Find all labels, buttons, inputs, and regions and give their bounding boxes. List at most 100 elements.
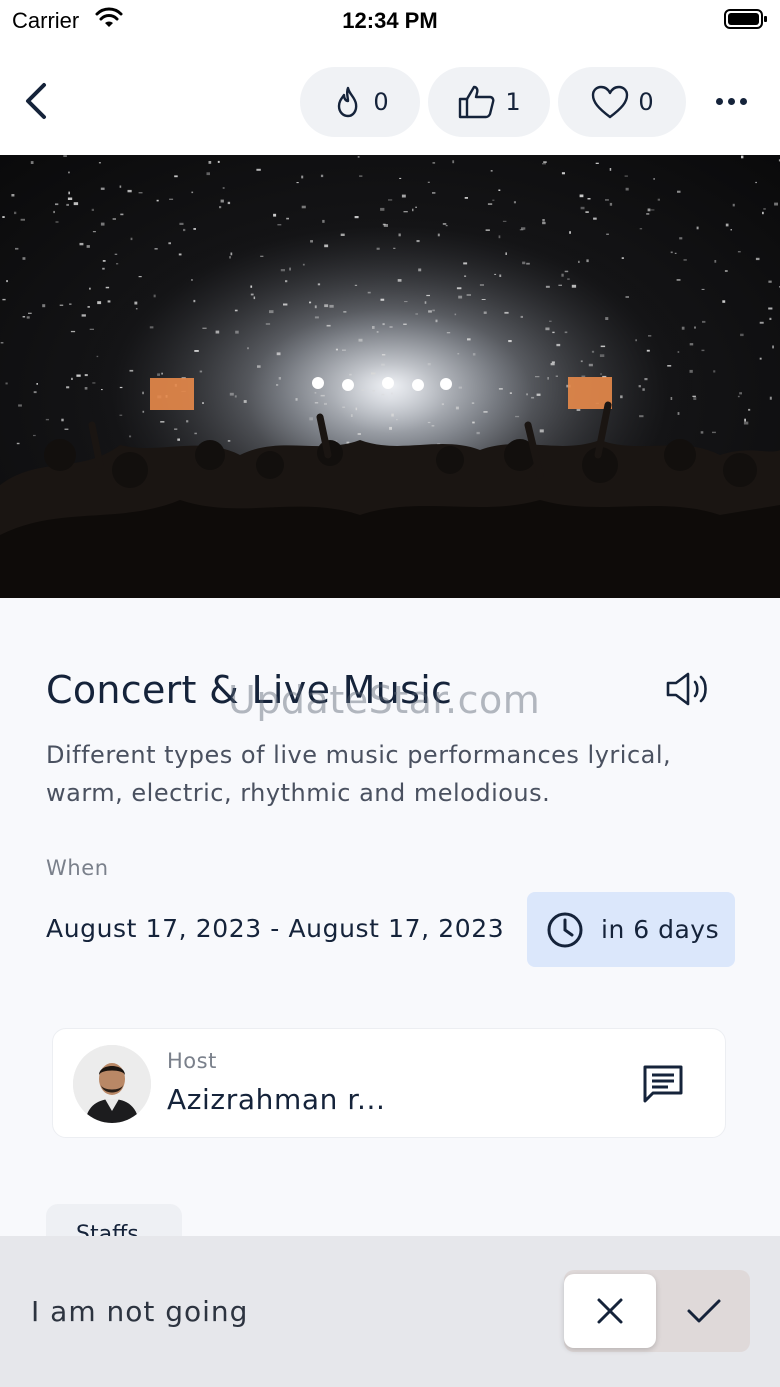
not-going-button[interactable]	[564, 1274, 656, 1348]
confetti-speck	[220, 199, 224, 203]
confetti-speck	[427, 363, 431, 366]
confetti-speck	[101, 389, 103, 391]
confetti-speck	[134, 301, 138, 305]
confetti-speck	[587, 198, 591, 200]
confetti-speck	[588, 363, 593, 367]
confetti-speck	[179, 222, 184, 225]
confetti-speck	[2, 216, 5, 218]
confetti-speck	[515, 415, 520, 418]
host-avatar-photo	[73, 1045, 151, 1123]
confetti-speck	[89, 287, 91, 290]
confetti-speck	[479, 284, 484, 286]
event-hero-image	[0, 155, 780, 598]
confetti-speck	[446, 332, 451, 334]
confetti-speck	[600, 373, 602, 375]
confetti-speck	[476, 431, 480, 435]
confetti-speck	[593, 217, 597, 220]
confetti-speck	[160, 421, 165, 423]
more-dot	[715, 97, 723, 105]
confetti-speck	[545, 285, 550, 288]
confetti-speck	[677, 190, 681, 193]
confetti-speck	[485, 229, 490, 231]
back-button[interactable]	[18, 78, 54, 124]
confetti-speck	[581, 375, 586, 377]
confetti-speck	[329, 304, 334, 308]
confetti-speck	[5, 382, 8, 385]
confetti-speck	[202, 402, 204, 404]
confetti-speck	[547, 377, 549, 380]
confetti-speck	[768, 280, 772, 283]
confetti-speck	[466, 294, 471, 296]
confetti-speck	[382, 323, 385, 326]
confetti-speck	[674, 252, 677, 254]
confetti-speck	[701, 288, 705, 290]
fire-reaction-button[interactable]: 0	[300, 67, 420, 137]
speaker-button[interactable]	[664, 670, 714, 708]
confetti-speck	[234, 309, 238, 312]
confetti-speck	[119, 386, 123, 389]
confetti-speck	[441, 403, 444, 406]
confetti-speck	[403, 211, 408, 213]
rsvp-status-text: I am not going	[31, 1295, 249, 1328]
confetti-speck	[426, 294, 430, 297]
event-description: Different types of live music performanc…	[46, 741, 672, 807]
confetti-speck	[415, 313, 418, 315]
confetti-speck	[647, 208, 651, 212]
heart-reaction-button[interactable]: 0	[558, 67, 686, 137]
confetti-speck	[389, 426, 392, 430]
confetti-speck	[92, 382, 96, 384]
confetti-speck	[561, 273, 564, 277]
host-card[interactable]: Host Azizrahman r...	[52, 1028, 726, 1138]
confetti-speck	[526, 393, 528, 396]
like-reaction-button[interactable]: 1	[428, 67, 550, 137]
rsvp-bar: I am not going	[0, 1236, 780, 1387]
confetti-speck	[494, 273, 497, 275]
confetti-speck	[161, 372, 163, 375]
confetti-speck	[6, 280, 8, 283]
confetti-speck	[399, 177, 402, 179]
confetti-speck	[177, 438, 180, 441]
going-button[interactable]	[658, 1274, 750, 1348]
confetti-speck	[71, 377, 73, 380]
confetti-speck	[324, 244, 329, 248]
confetti-speck	[714, 260, 717, 263]
confetti-speck	[650, 209, 655, 211]
confetti-speck	[135, 308, 138, 310]
fire-count: 0	[373, 88, 389, 116]
confetti-speck	[701, 349, 705, 352]
confetti-speck	[322, 219, 325, 223]
confetti-speck	[55, 221, 59, 223]
confetti-speck	[599, 354, 605, 357]
confetti-speck	[642, 388, 645, 391]
confetti-speck	[432, 162, 436, 164]
more-button[interactable]	[706, 86, 756, 116]
confetti-speck	[442, 223, 447, 225]
confetti-speck	[755, 181, 757, 184]
confetti-speck	[354, 284, 358, 286]
confetti-speck	[483, 411, 488, 413]
confetti-speck	[18, 404, 22, 407]
message-host-button[interactable]	[641, 1063, 685, 1105]
confetti-speck	[98, 162, 101, 164]
confetti-speck	[768, 307, 773, 310]
confetti-speck	[586, 259, 589, 263]
confetti-speck	[102, 267, 105, 270]
confetti-speck	[456, 287, 462, 290]
confetti-speck	[317, 283, 321, 286]
confetti-speck	[84, 374, 88, 377]
confetti-speck	[79, 242, 84, 246]
confetti-speck	[22, 257, 26, 260]
confetti-speck	[552, 331, 555, 334]
confetti-speck	[191, 279, 193, 281]
confetti-speck	[472, 421, 475, 424]
confetti-speck	[342, 406, 346, 408]
confetti-speck	[381, 363, 385, 366]
confetti-speck	[463, 262, 468, 265]
confetti-speck	[564, 270, 569, 273]
confetti-speck	[100, 187, 105, 190]
confetti-speck	[635, 339, 637, 342]
confetti-speck	[102, 260, 106, 262]
confetti-speck	[739, 392, 742, 395]
confetti-speck	[142, 391, 144, 395]
confetti-speck	[87, 306, 90, 308]
